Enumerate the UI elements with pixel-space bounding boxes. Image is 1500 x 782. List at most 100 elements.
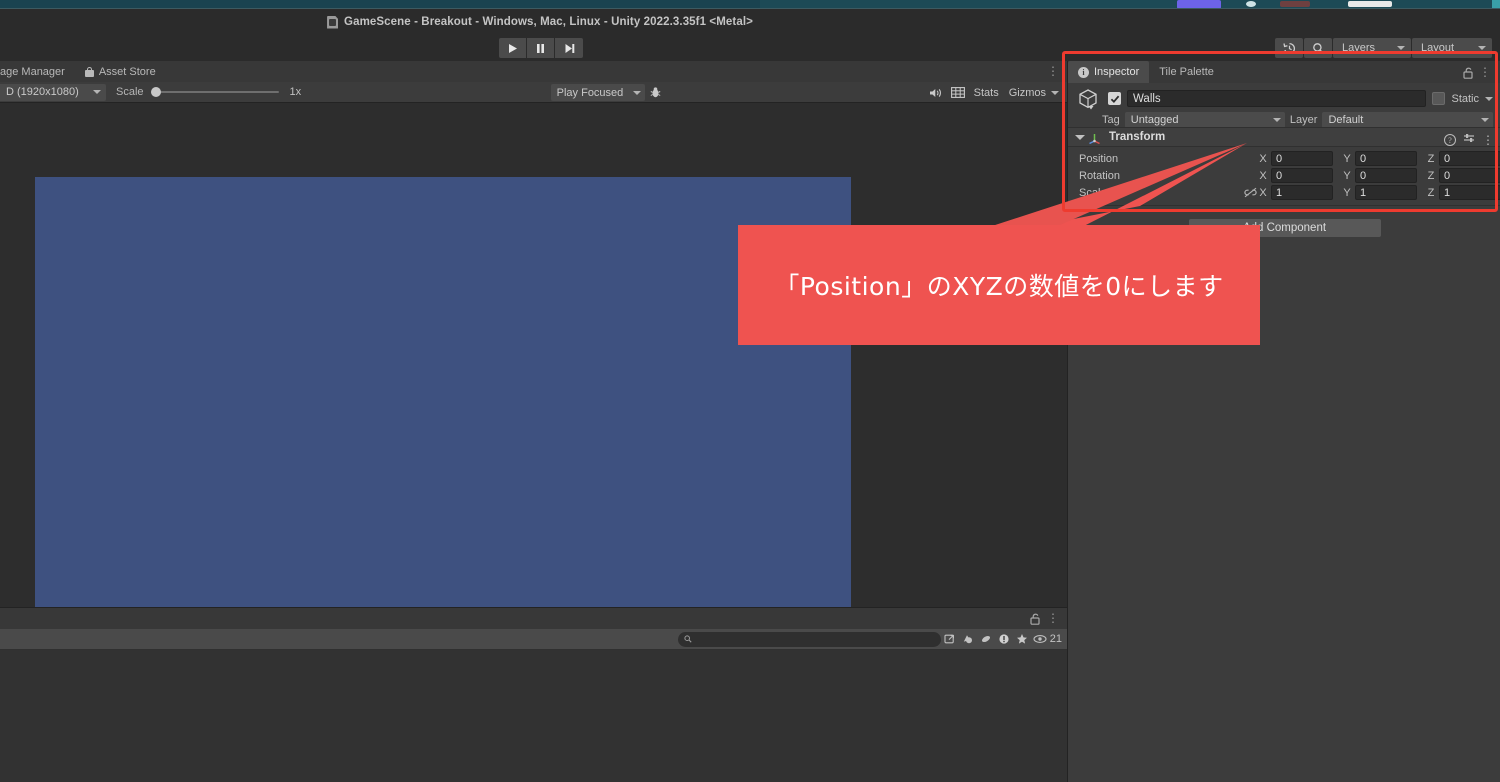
project-panel: ⋮ 21 [0, 607, 1067, 782]
position-y-axis: Y [1343, 152, 1351, 165]
transform-divider [1068, 205, 1500, 206]
game-toolbar-right: Play Focused Stats Gizmos [550, 82, 1067, 103]
play-button[interactable] [499, 38, 527, 58]
scale-z-field[interactable]: 1 [1439, 185, 1500, 200]
rotation-x-axis: X [1259, 169, 1267, 182]
pause-button[interactable] [527, 38, 555, 58]
tab-inspector[interactable]: i Inspector [1068, 61, 1150, 83]
favorite-star-icon[interactable] [1013, 630, 1031, 648]
chevron-down-icon [1478, 46, 1486, 50]
os-chip-dot [1246, 1, 1256, 7]
inspector-body: Walls Static Tag Untagged Layer Default … [1068, 83, 1500, 782]
chevron-down-icon[interactable] [1051, 90, 1059, 95]
tab-package-manager-label: age Manager [0, 65, 65, 78]
inspector-kebab[interactable]: ⋮ [1479, 66, 1491, 78]
scale-slider-knob[interactable] [150, 87, 161, 97]
transform-body: Position X 0 Y 0 Z 0 Rotation X 0 Y 0 Z … [1068, 147, 1500, 210]
open-in-new-icon[interactable] [941, 630, 959, 648]
preset-icon[interactable] [1463, 131, 1475, 149]
static-label: Static [1451, 92, 1479, 105]
scale-value: 1x [289, 86, 302, 98]
game-view-toolbar: D (1920x1080) Scale 1x Play Focused Stat… [0, 82, 1067, 103]
game-panel-kebab[interactable]: ⋮ [1047, 65, 1059, 77]
transform-kebab[interactable]: ⋮ [1482, 134, 1494, 146]
scale-x-axis: X [1259, 186, 1267, 199]
chevron-down-icon [93, 90, 101, 94]
lock-open-icon[interactable] [1030, 612, 1041, 630]
layout-dropdown[interactable]: Layout [1412, 38, 1492, 58]
position-z: Z 0 [1427, 151, 1500, 166]
rotation-z: Z 0 [1427, 168, 1500, 183]
error-icon[interactable] [995, 630, 1013, 648]
speaker-icon[interactable] [925, 84, 947, 102]
scale-x-field[interactable]: 1 [1271, 185, 1333, 200]
resolution-dropdown[interactable]: D (1920x1080) [0, 83, 106, 101]
chevron-down-icon[interactable] [1485, 96, 1493, 101]
tab-tile-palette-label: Tile Palette [1159, 66, 1214, 78]
layer-dropdown[interactable]: Default [1322, 111, 1493, 128]
add-object-icon[interactable] [959, 630, 977, 648]
rotation-y-field[interactable]: 0 [1355, 168, 1417, 183]
grid-icon[interactable] [947, 84, 969, 102]
transform-component-header: Transform ? ⋮ [1068, 127, 1500, 147]
eye-icon[interactable] [1031, 630, 1049, 648]
game-view-canvas[interactable] [0, 103, 1067, 636]
warning-icon[interactable] [977, 630, 995, 648]
playmode-dropdown[interactable]: Play Focused [550, 84, 645, 101]
help-icon[interactable]: ? [1444, 134, 1456, 146]
step-button[interactable] [555, 38, 583, 58]
window-title: GameScene - Breakout - Windows, Mac, Lin… [344, 16, 753, 28]
inspector-panel: i Inspector Tile Palette ⋮ Walls Static … [1067, 61, 1500, 782]
bug-icon[interactable] [645, 84, 667, 102]
position-x-field[interactable]: 0 [1271, 151, 1333, 166]
chevron-down-icon [632, 90, 641, 95]
layers-label: Layers [1342, 42, 1376, 54]
transform-row-scale: Scale X 1 Y 1 Z 1 [1068, 184, 1500, 201]
layers-dropdown[interactable]: Layers [1333, 38, 1411, 58]
window-titlebar: GameScene - Breakout - Windows, Mac, Lin… [0, 9, 1500, 35]
transform-foldout[interactable] [1075, 134, 1085, 140]
position-y: Y 0 [1343, 151, 1417, 166]
transform-header-icons: ? ⋮ [1444, 131, 1494, 149]
rotation-y: Y 0 [1343, 168, 1417, 183]
os-chip-white [1348, 1, 1392, 7]
tab-tile-palette[interactable]: Tile Palette [1149, 61, 1224, 83]
gameobject-name-value: Walls [1133, 92, 1161, 105]
chevron-down-icon [1272, 117, 1281, 122]
project-panel-tabbar: ⋮ [0, 608, 1067, 629]
history-icon[interactable] [1275, 38, 1303, 58]
gameobject-name-field[interactable]: Walls [1127, 90, 1427, 107]
position-z-field[interactable]: 0 [1439, 151, 1500, 166]
project-panel-kebab[interactable]: ⋮ [1047, 612, 1059, 624]
scale-z: Z 1 [1427, 185, 1500, 200]
chevron-down-icon [1481, 117, 1489, 122]
toolbar-right-cluster: Layers Layout [1275, 38, 1492, 58]
position-y-field[interactable]: 0 [1355, 151, 1417, 166]
search-icon[interactable] [1304, 38, 1332, 58]
position-label: Position [1079, 152, 1119, 165]
lock-open-icon[interactable] [1463, 66, 1474, 84]
resolution-value: D (1920x1080) [6, 86, 79, 98]
scale-y: Y 1 [1343, 185, 1417, 200]
gizmos-button[interactable]: Gizmos [1004, 87, 1051, 99]
screenshot-root: GameScene - Breakout - Windows, Mac, Lin… [0, 0, 1500, 782]
transform-row-position: Position X 0 Y 0 Z 0 [1068, 150, 1500, 167]
scale-y-field[interactable]: 1 [1355, 185, 1417, 200]
project-panel-body[interactable] [0, 650, 1067, 782]
tab-package-manager[interactable]: age Manager [0, 61, 75, 82]
layout-label: Layout [1421, 42, 1455, 54]
stats-button[interactable]: Stats [969, 87, 1004, 99]
gameobject-enabled-checkbox[interactable] [1108, 92, 1121, 105]
tag-dropdown[interactable]: Untagged [1124, 111, 1285, 128]
rotation-z-field[interactable]: 0 [1439, 168, 1500, 183]
rotation-x-field[interactable]: 0 [1271, 168, 1333, 183]
project-search-row: 21 [0, 629, 1067, 650]
info-icon: i [1078, 66, 1089, 78]
scale-slider[interactable] [150, 85, 279, 99]
static-checkbox[interactable] [1432, 92, 1446, 105]
tab-asset-store[interactable]: Asset Store [74, 61, 166, 82]
visible-count: 21 [1049, 633, 1062, 645]
link-broken-icon[interactable] [1241, 187, 1259, 198]
tab-inspector-label: Inspector [1094, 66, 1140, 78]
search-input[interactable] [677, 631, 941, 647]
